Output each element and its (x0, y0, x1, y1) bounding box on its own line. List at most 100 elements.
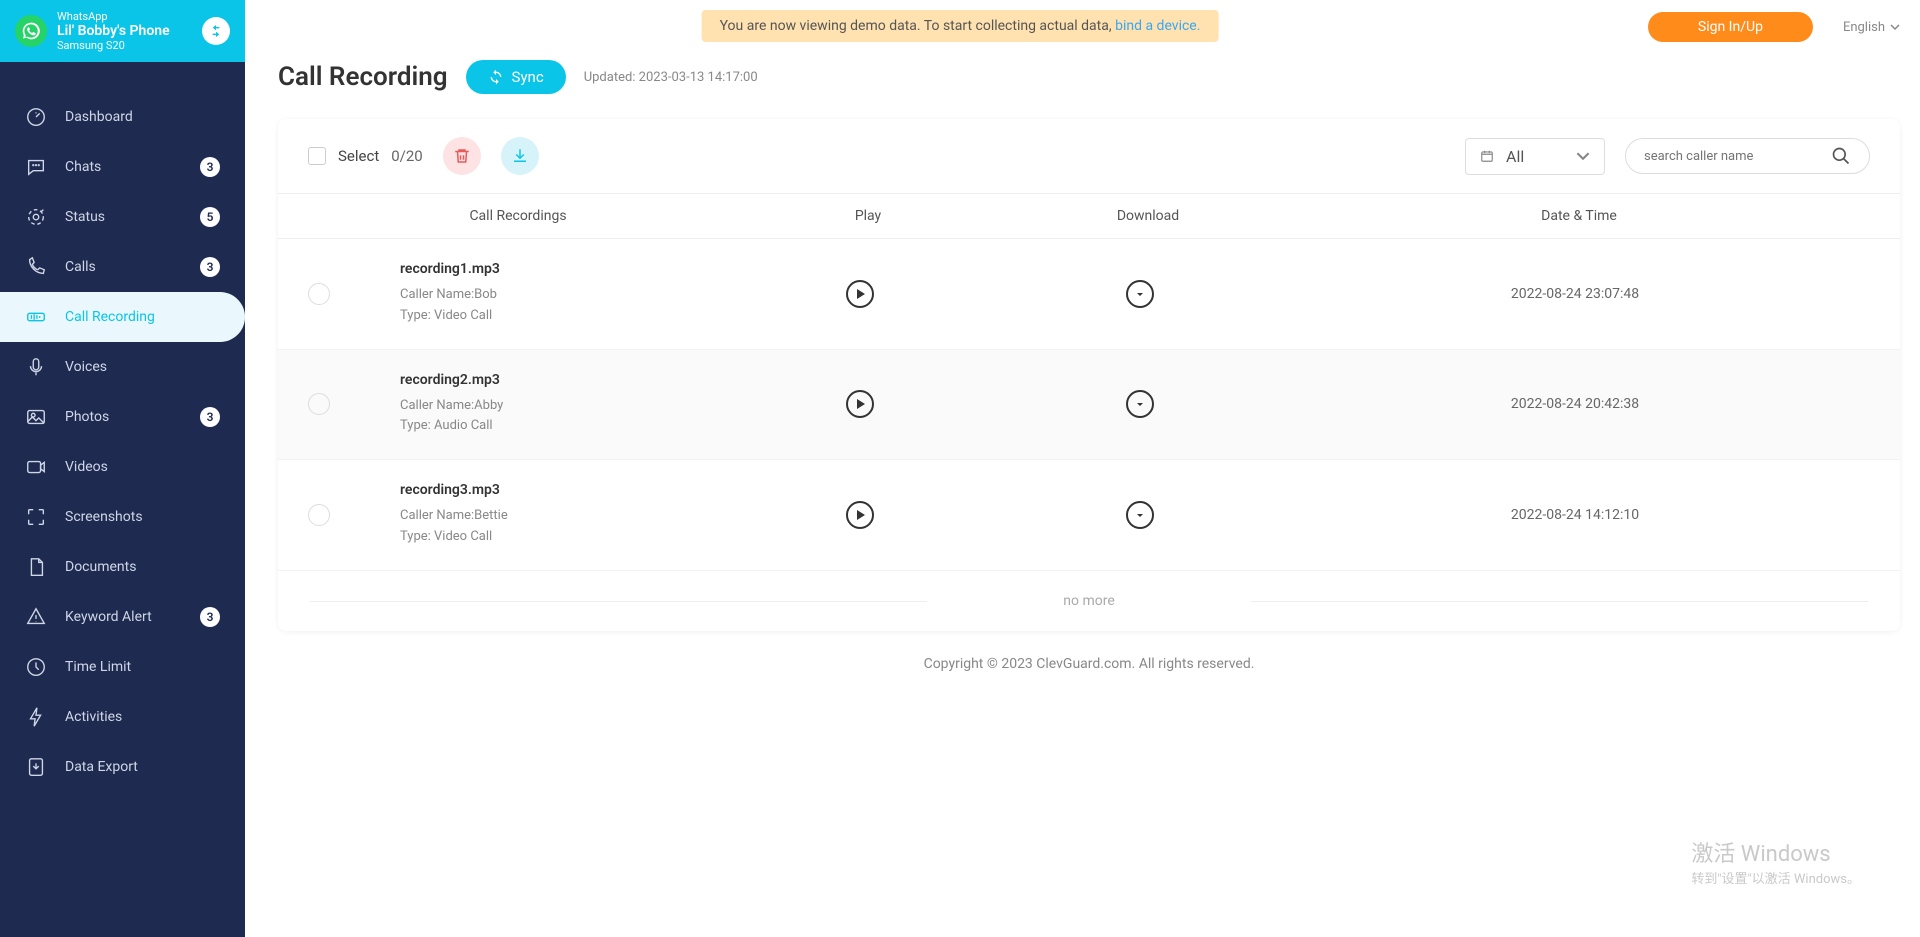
phone-name: Lil' Bobby's Phone (57, 23, 192, 39)
chevron-down-icon (1576, 149, 1590, 163)
device-model: Samsung S20 (57, 39, 192, 52)
play-icon (854, 398, 866, 410)
data-export-icon (25, 756, 47, 778)
sidebar-item-label: Photos (65, 409, 109, 425)
page-title: Call Recording (278, 62, 448, 92)
sidebar-item-label: Keyword Alert (65, 609, 152, 625)
sidebar-item-status[interactable]: Status5 (0, 192, 245, 242)
device-info: WhatsApp Lil' Bobby's Phone Samsung S20 (57, 10, 192, 52)
sidebar-item-label: Data Export (65, 759, 138, 775)
dashboard-icon (25, 106, 47, 128)
trash-icon (453, 147, 471, 165)
demo-banner: You are now viewing demo data. To start … (702, 10, 1219, 42)
recordings-card: Select 0/20 All Call Recordings Play (278, 119, 1900, 631)
play-button[interactable] (846, 280, 874, 308)
recording-type: Type: Video Call (400, 306, 720, 327)
select-label: Select (338, 147, 379, 165)
sidebar-item-activities[interactable]: Activities (0, 692, 245, 742)
recording-type: Type: Video Call (400, 527, 720, 548)
sidebar-item-videos[interactable]: Videos (0, 442, 245, 492)
language-selector[interactable]: English (1843, 20, 1900, 35)
row-select-radio[interactable] (308, 504, 330, 526)
row-select-radio[interactable] (308, 283, 330, 305)
play-button[interactable] (846, 501, 874, 529)
sidebar-item-screenshots[interactable]: Screenshots (0, 492, 245, 542)
download-button[interactable] (1126, 501, 1154, 529)
filter-dropdown[interactable]: All (1465, 138, 1605, 175)
bind-device-link[interactable]: bind a device. (1115, 18, 1200, 34)
sidebar-item-call-recording[interactable]: Call Recording (0, 292, 245, 342)
sidebar-item-label: Calls (65, 259, 96, 275)
sidebar-badge: 3 (200, 157, 220, 177)
sidebar-item-chats[interactable]: Chats 3 (0, 142, 245, 192)
column-download: Download (1008, 208, 1288, 224)
photos-icon (25, 406, 47, 428)
recording-info: recording2.mp3Caller Name:AbbyType: Audi… (400, 372, 720, 438)
recording-caller: Caller Name:Bob (400, 285, 720, 306)
recording-name: recording2.mp3 (400, 372, 720, 388)
download-icon (511, 147, 529, 165)
sidebar-item-documents[interactable]: Documents (0, 542, 245, 592)
select-all-checkbox[interactable] (308, 147, 326, 165)
sync-icon (488, 69, 504, 85)
column-datetime: Date & Time (1288, 208, 1870, 224)
screenshots-icon (25, 506, 47, 528)
play-button[interactable] (846, 390, 874, 418)
play-icon (854, 509, 866, 521)
nav-menu: Dashboard Chats 3 Status5 Calls 3 Call Recordi… (0, 62, 245, 792)
sync-label: Sync (512, 68, 544, 86)
switch-device-button[interactable] (202, 17, 230, 45)
sidebar: WhatsApp Lil' Bobby's Phone Samsung S20 … (0, 0, 245, 937)
download-all-button[interactable] (501, 137, 539, 175)
download-button[interactable] (1126, 390, 1154, 418)
select-count: 0/20 (391, 147, 422, 165)
watermark-line1: 激活 Windows (1691, 836, 1860, 868)
calls-icon (25, 256, 47, 278)
sidebar-item-label: Activities (65, 709, 122, 725)
sign-in-button[interactable]: Sign In/Up (1648, 12, 1813, 42)
app-name: WhatsApp (57, 10, 192, 23)
search-box (1625, 138, 1870, 174)
sidebar-item-label: Screenshots (65, 509, 143, 525)
recording-info: recording3.mp3Caller Name:BettieType: Vi… (400, 482, 720, 548)
recording-type: Type: Audio Call (400, 416, 720, 437)
call-recording-icon (25, 306, 47, 328)
main-content: Call Recording Sync Updated: 2023-03-13 … (278, 60, 1920, 937)
time-limit-icon (25, 656, 47, 678)
recording-date: 2022-08-24 23:07:48 (1280, 286, 1870, 302)
calendar-icon (1480, 149, 1494, 163)
sidebar-item-keyword-alert[interactable]: Keyword Alert 3 (0, 592, 245, 642)
sidebar-item-dashboard[interactable]: Dashboard (0, 92, 245, 142)
sidebar-item-label: Documents (65, 559, 136, 575)
sidebar-item-label: Videos (65, 459, 108, 475)
download-arrow-icon (1134, 509, 1146, 521)
sidebar-item-label: Chats (65, 159, 101, 175)
recording-date: 2022-08-24 20:42:38 (1280, 396, 1870, 412)
download-arrow-icon (1134, 288, 1146, 300)
sidebar-item-calls[interactable]: Calls 3 (0, 242, 245, 292)
recording-name: recording3.mp3 (400, 482, 720, 498)
watermark-line2: 转到"设置"以激活 Windows。 (1691, 868, 1860, 887)
download-button[interactable] (1126, 280, 1154, 308)
whatsapp-icon (15, 15, 47, 47)
sidebar-item-photos[interactable]: Photos3 (0, 392, 245, 442)
search-input[interactable] (1644, 149, 1819, 164)
chevron-down-icon (1890, 22, 1900, 32)
select-all-wrap: Select 0/20 (308, 147, 423, 165)
sidebar-item-label: Time Limit (65, 659, 131, 675)
search-icon (1831, 146, 1851, 166)
activities-icon (25, 706, 47, 728)
table-row: recording3.mp3Caller Name:BettieType: Vi… (278, 460, 1900, 571)
sync-button[interactable]: Sync (466, 60, 566, 94)
row-select-radio[interactable] (308, 393, 330, 415)
footer-copyright: Copyright © 2023 ClevGuard.com. All righ… (278, 656, 1900, 672)
play-icon (854, 288, 866, 300)
delete-button[interactable] (443, 137, 481, 175)
sidebar-badge: 3 (200, 607, 220, 627)
column-recordings: Call Recordings (308, 208, 728, 224)
sidebar-item-voices[interactable]: Voices (0, 342, 245, 392)
sidebar-item-time-limit[interactable]: Time Limit (0, 642, 245, 692)
sidebar-badge: 3 (200, 257, 220, 277)
sidebar-item-data-export[interactable]: Data Export (0, 742, 245, 792)
table-row: recording2.mp3Caller Name:AbbyType: Audi… (278, 350, 1900, 461)
